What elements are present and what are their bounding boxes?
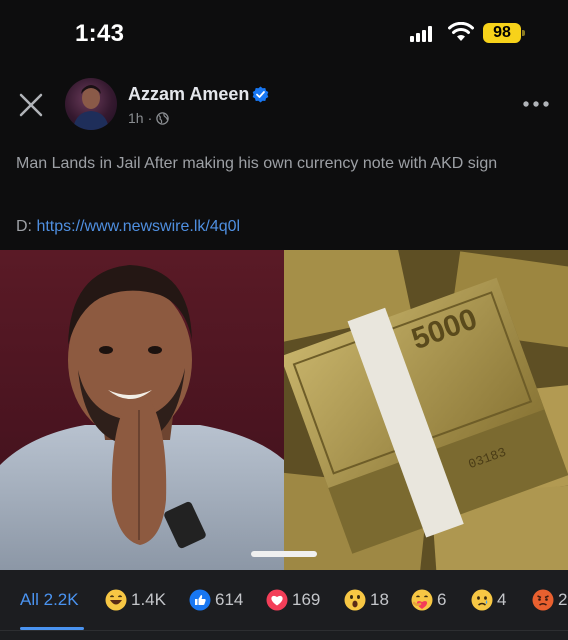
tab-love[interactable]: 169 bbox=[266, 570, 320, 630]
love-count: 169 bbox=[292, 590, 321, 609]
reactions-bar: All 2.2K 1.4K 614 169 18 6 4 2 bbox=[0, 570, 568, 640]
like-icon bbox=[189, 589, 211, 611]
tab-divider bbox=[0, 630, 568, 631]
more-options-icon[interactable] bbox=[522, 96, 550, 112]
battery-level: 98 bbox=[483, 23, 521, 43]
tab-all-reactions[interactable]: All 2.2K bbox=[20, 570, 79, 630]
tab-haha[interactable]: 1.4K bbox=[105, 570, 166, 630]
avatar-portrait bbox=[73, 85, 109, 130]
currency-panel: 5000 03183 bbox=[256, 250, 568, 570]
sad-emoji-icon bbox=[471, 589, 493, 611]
tab-sad[interactable]: 4 bbox=[471, 570, 506, 630]
tab-care[interactable]: 6 bbox=[411, 570, 446, 630]
post-image[interactable]: 5000 03183 bbox=[0, 250, 568, 570]
verified-badge-icon bbox=[252, 86, 269, 103]
status-bar: 1:43 98 bbox=[0, 0, 568, 66]
home-indicator[interactable] bbox=[251, 551, 317, 557]
angry-emoji-icon bbox=[532, 589, 554, 611]
battery-tip bbox=[522, 30, 525, 36]
haha-count: 1.4K bbox=[131, 590, 166, 609]
like-count: 614 bbox=[215, 590, 244, 609]
meta-separator: · bbox=[147, 110, 153, 126]
wow-emoji-icon bbox=[344, 589, 366, 611]
sad-count: 4 bbox=[497, 590, 507, 609]
link-prefix: D: bbox=[16, 218, 37, 235]
post-link[interactable]: https://www.newswire.lk/4q0l bbox=[36, 218, 240, 235]
globe-icon bbox=[156, 111, 169, 125]
post-time[interactable]: 1h bbox=[128, 110, 144, 126]
author-avatar[interactable] bbox=[65, 78, 117, 130]
care-emoji-icon bbox=[411, 589, 433, 611]
post-meta: 1h · bbox=[128, 110, 169, 126]
currency-illustration: 5000 03183 bbox=[256, 250, 568, 570]
portrait-illustration bbox=[0, 265, 284, 570]
haha-emoji-icon bbox=[105, 589, 127, 611]
wifi-icon bbox=[448, 22, 474, 41]
tab-wow[interactable]: 18 bbox=[344, 570, 389, 630]
close-icon[interactable] bbox=[18, 92, 44, 118]
cellular-signal-icon bbox=[410, 26, 432, 42]
wow-count: 18 bbox=[370, 590, 389, 609]
status-time: 1:43 bbox=[75, 20, 125, 47]
tab-like[interactable]: 614 bbox=[189, 570, 243, 630]
post-text: Man Lands in Jail After making his own c… bbox=[16, 155, 498, 172]
portrait-panel bbox=[0, 250, 284, 570]
author-name[interactable]: Azzam Ameen bbox=[128, 84, 249, 105]
care-count: 6 bbox=[437, 590, 447, 609]
angry-count: 2 bbox=[558, 590, 568, 609]
battery-indicator: 98 bbox=[483, 23, 525, 43]
tab-angry[interactable]: 2 bbox=[532, 570, 567, 630]
post-source-line: D: https://www.newswire.lk/4q0l bbox=[16, 218, 240, 236]
love-icon bbox=[266, 589, 288, 611]
